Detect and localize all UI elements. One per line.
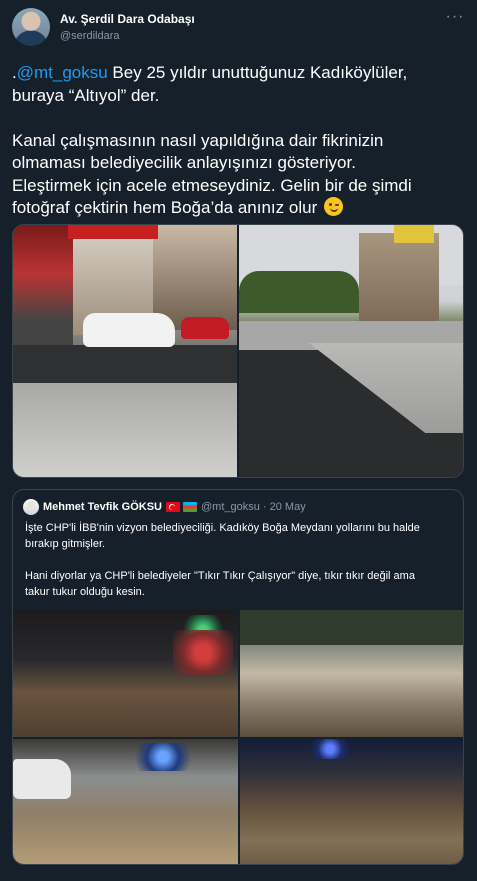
tweet-line-6-text: fotoğraf çektirin hem Boğa’da anınız olu… (12, 198, 318, 217)
tweet-line-1-text: Bey 25 yıldır unuttuğunuz Kadıköylüler, (107, 63, 408, 82)
tweet-photo-street[interactable] (13, 225, 237, 477)
mention-link[interactable]: @mt_goksu (17, 63, 108, 82)
quoted-author-avatar (23, 499, 39, 515)
turkey-flag-icon (166, 502, 180, 512)
quoted-photo-2[interactable] (240, 610, 463, 737)
quoted-photo-4[interactable] (240, 739, 463, 864)
quote-line-2: bırakıp gitmişler. (25, 538, 106, 550)
more-options-icon[interactable]: ··· (445, 9, 465, 28)
tweet-line-1: .@mt_goksu Bey 25 yıldır unuttuğunuz Kad… (12, 62, 462, 85)
quote-line-4: takur tukur olduğu kesin. (25, 586, 145, 598)
tweet-text: .@mt_goksu Bey 25 yıldır unuttuğunuz Kad… (12, 62, 462, 220)
white-car-image (83, 313, 175, 347)
tweet-line-6: fotoğraf çektirin hem Boğa’da anınız olu… (12, 197, 462, 220)
tweet-line-3: Kanal çalışmasının nasıl yapıldığına dai… (12, 130, 384, 150)
wink-emoji-icon (323, 197, 343, 216)
tweet-line-5: Eleştirmek için acele etmeseydiniz. Geli… (12, 175, 412, 195)
tweet-line-2: buraya “Altıyol” der. (12, 85, 160, 105)
quoted-photo-grid (13, 610, 463, 864)
quoted-author-name: Mehmet Tevfik GÖKSU (43, 501, 162, 513)
azerbaijan-flag-icon (183, 502, 197, 512)
red-car-image (181, 317, 229, 339)
author-avatar[interactable] (12, 8, 50, 46)
author-handle[interactable]: @serdildara (60, 29, 195, 43)
tweet-photo-square[interactable] (239, 225, 463, 477)
tweet-header: Av. Şerdil Dara Odabaşı @serdildara ··· (12, 8, 465, 48)
quote-line-3: Hani diyorlar ya CHP'li belediyeler "Tık… (25, 570, 415, 582)
quoted-photo-1[interactable] (13, 610, 238, 737)
author-name[interactable]: Av. Şerdil Dara Odabaşı (60, 12, 195, 27)
quoted-tweet[interactable]: Mehmet Tevfik GÖKSU @mt_goksu · 20 May İ… (12, 489, 464, 865)
quoted-photo-3[interactable] (13, 739, 238, 864)
quote-line-1: İşte CHP'li İBB'nin vizyon belediyeciliğ… (25, 522, 420, 534)
quoted-handle-date: @mt_goksu · 20 May (201, 501, 306, 513)
tweet-line-4: olmaması belediyecilik anlayışınızı göst… (12, 153, 356, 172)
tweet-photo-grid (12, 224, 464, 478)
author-info[interactable]: Av. Şerdil Dara Odabaşı @serdildara (60, 12, 195, 43)
quoted-tweet-text: İşte CHP'li İBB'nin vizyon belediyeciliğ… (25, 520, 455, 600)
quoted-tweet-header: Mehmet Tevfik GÖKSU @mt_goksu · 20 May (23, 499, 306, 515)
